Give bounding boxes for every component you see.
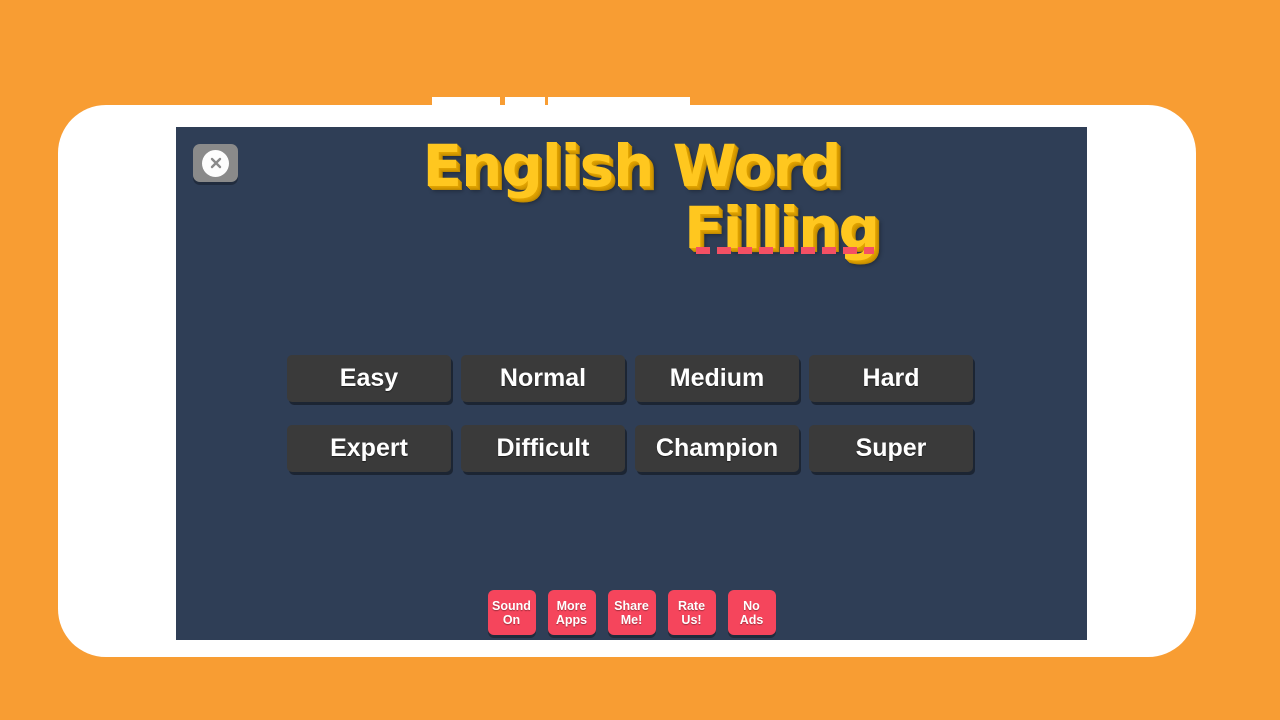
more-apps-label-line1: More (556, 598, 587, 613)
frame-tab-right (548, 97, 690, 111)
difficulty-row-2: Expert Difficult Champion Super (287, 425, 982, 472)
difficulty-button-medium[interactable]: Medium (635, 355, 799, 402)
title-line-primary: English Word (422, 132, 841, 200)
difficulty-button-expert[interactable]: Expert (287, 425, 451, 472)
game-title: English Word Filling (176, 135, 1087, 259)
difficulty-button-difficult[interactable]: Difficult (461, 425, 625, 472)
title-dashed-underline (696, 247, 874, 254)
rate-button[interactable]: Rate Us! (667, 590, 716, 635)
no-ads-label-line2: Ads (739, 612, 764, 627)
difficulty-button-champion[interactable]: Champion (635, 425, 799, 472)
share-label-line2: Me! (620, 612, 643, 627)
frame-tab-left (432, 97, 500, 111)
app-root: { "app": { "title_line_1": "English Word… (0, 0, 1280, 720)
title-line-secondary-wrap: Filling (176, 197, 1087, 259)
difficulty-row-1: Easy Normal Medium Hard (287, 355, 982, 402)
more-apps-label-line2: Apps (555, 612, 588, 627)
difficulty-button-normal[interactable]: Normal (461, 355, 625, 402)
no-ads-label-line1: No (743, 598, 760, 613)
rate-label-line1: Rate (677, 598, 706, 613)
rate-label-line2: Us! (681, 612, 702, 627)
bottom-action-bar: Sound On More Apps Share Me! Rate Us! No… (176, 590, 1087, 635)
sound-toggle-button[interactable]: Sound On (487, 590, 536, 635)
sound-toggle-label-line2: On (502, 612, 521, 627)
sound-toggle-label-line1: Sound (492, 598, 531, 613)
close-button[interactable] (193, 144, 238, 182)
game-screen: English Word Filling Easy Normal Medium … (176, 127, 1087, 640)
share-button[interactable]: Share Me! (607, 590, 656, 635)
difficulty-button-easy[interactable]: Easy (287, 355, 451, 402)
difficulty-grid: Easy Normal Medium Hard Expert Difficult… (287, 355, 982, 495)
more-apps-button[interactable]: More Apps (547, 590, 596, 635)
difficulty-button-super[interactable]: Super (809, 425, 973, 472)
title-line-secondary: Filling (684, 194, 880, 262)
difficulty-button-hard[interactable]: Hard (809, 355, 973, 402)
frame-tab-middle (505, 97, 545, 111)
share-label-line1: Share (614, 598, 649, 613)
close-x-icon (202, 149, 229, 177)
no-ads-button[interactable]: No Ads (727, 590, 776, 635)
